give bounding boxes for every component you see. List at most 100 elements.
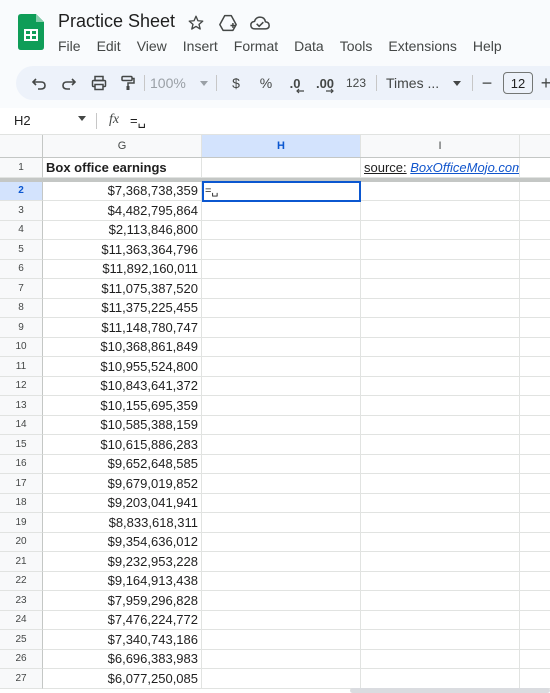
cell-g[interactable]: $9,652,648,585: [43, 454, 202, 474]
name-box[interactable]: H2: [14, 113, 31, 128]
source-link[interactable]: BoxOfficeMojo.com: [410, 160, 519, 175]
cell-g[interactable]: $10,615,886,283: [43, 435, 202, 455]
cell-h[interactable]: [202, 571, 361, 591]
row-header[interactable]: 1: [0, 158, 43, 178]
menu-data[interactable]: Data: [294, 38, 324, 54]
cell-i[interactable]: [361, 201, 520, 221]
cell-i[interactable]: [361, 532, 520, 552]
cell-h[interactable]: [202, 513, 361, 533]
cell-j[interactable]: [520, 611, 550, 630]
cell-h[interactable]: [202, 298, 361, 318]
move-to-drive-icon[interactable]: [218, 13, 238, 33]
cell-j[interactable]: [520, 650, 550, 669]
cell-h[interactable]: [202, 259, 361, 279]
cell-h[interactable]: [202, 532, 361, 552]
document-title[interactable]: Practice Sheet: [58, 11, 175, 32]
cell-g[interactable]: $9,232,953,228: [43, 552, 202, 572]
column-header-j[interactable]: [520, 135, 550, 157]
cell-i[interactable]: [361, 610, 520, 630]
cell-j[interactable]: [520, 513, 550, 533]
cell-j[interactable]: [520, 669, 550, 689]
menu-insert[interactable]: Insert: [183, 38, 218, 54]
cell-i[interactable]: [361, 493, 520, 513]
cell-i[interactable]: [361, 669, 520, 689]
cell-i[interactable]: [361, 649, 520, 669]
row-header[interactable]: 19: [0, 513, 43, 533]
menu-help[interactable]: Help: [473, 38, 502, 54]
cell-i[interactable]: [361, 415, 520, 435]
cell-j[interactable]: [520, 533, 550, 552]
decrease-decimal-button[interactable]: .0: [284, 66, 306, 100]
row-header[interactable]: 16: [0, 454, 43, 474]
cell-i[interactable]: [361, 474, 520, 494]
cell-h[interactable]: [202, 669, 361, 689]
menu-extensions[interactable]: Extensions: [388, 38, 456, 54]
cell-i[interactable]: [361, 396, 520, 416]
cell-j[interactable]: [520, 552, 550, 572]
cell-j[interactable]: [520, 357, 550, 377]
cell-g[interactable]: $10,155,695,359: [43, 396, 202, 416]
row-header[interactable]: 25: [0, 630, 43, 650]
cell-j[interactable]: [520, 201, 550, 221]
row-header[interactable]: 21: [0, 552, 43, 572]
menu-edit[interactable]: Edit: [97, 38, 121, 54]
cell-h[interactable]: [202, 591, 361, 611]
more-formats-button[interactable]: 123: [344, 66, 368, 100]
menu-format[interactable]: Format: [234, 38, 278, 54]
cell-g[interactable]: $11,375,225,455: [43, 298, 202, 318]
cell-g[interactable]: $6,696,383,983: [43, 649, 202, 669]
cell-h[interactable]: [202, 201, 361, 221]
cell-j[interactable]: [520, 279, 550, 299]
cell-h[interactable]: [202, 396, 361, 416]
cell-g[interactable]: $9,164,913,438: [43, 571, 202, 591]
cell-j[interactable]: [520, 318, 550, 338]
cell-j[interactable]: [520, 221, 550, 240]
cell-j[interactable]: [520, 299, 550, 318]
cell-h[interactable]: [202, 415, 361, 435]
cell-h[interactable]: [202, 337, 361, 357]
cell-i[interactable]: [361, 318, 520, 338]
cell-i[interactable]: [361, 513, 520, 533]
cell-h[interactable]: [202, 610, 361, 630]
row-header[interactable]: 7: [0, 279, 43, 299]
row-header[interactable]: 23: [0, 591, 43, 611]
increase-font-size-button[interactable]: +: [539, 66, 550, 100]
cell-h[interactable]: [202, 474, 361, 494]
menu-file[interactable]: File: [58, 38, 81, 54]
cell-j[interactable]: [520, 260, 550, 279]
increase-decimal-button[interactable]: .00: [312, 66, 338, 100]
cell-j[interactable]: [520, 158, 550, 178]
row-header[interactable]: 27: [0, 669, 43, 689]
decrease-font-size-button[interactable]: −: [478, 66, 496, 100]
menu-view[interactable]: View: [137, 38, 167, 54]
cell-g[interactable]: $10,955,524,800: [43, 357, 202, 377]
header-cell-box-office[interactable]: Box office earnings: [43, 158, 202, 178]
cell-h[interactable]: [202, 220, 361, 240]
cell-j[interactable]: [520, 494, 550, 513]
paint-format-icon[interactable]: [117, 66, 139, 100]
cell-h[interactable]: [202, 357, 361, 377]
cell-i[interactable]: [361, 181, 520, 201]
row-header[interactable]: 5: [0, 240, 43, 260]
cell-g[interactable]: $7,340,743,186: [43, 630, 202, 650]
cell-j[interactable]: [520, 455, 550, 474]
row-header[interactable]: 24: [0, 610, 43, 630]
row-header[interactable]: 14: [0, 415, 43, 435]
cell-j[interactable]: [520, 591, 550, 611]
cell-i[interactable]: [361, 435, 520, 455]
row-header[interactable]: 12: [0, 376, 43, 396]
cell-i[interactable]: [361, 357, 520, 377]
name-box-dropdown-icon[interactable]: [78, 116, 86, 121]
cell-g[interactable]: $10,368,861,849: [43, 337, 202, 357]
row-header[interactable]: 10: [0, 337, 43, 357]
cell-g[interactable]: $11,075,387,520: [43, 279, 202, 299]
cell-i[interactable]: [361, 279, 520, 299]
cell-j[interactable]: [520, 338, 550, 357]
cell-h[interactable]: [202, 630, 361, 650]
percent-format-button[interactable]: %: [256, 66, 276, 100]
cell-j[interactable]: [520, 377, 550, 396]
cell-h[interactable]: [202, 454, 361, 474]
row-header[interactable]: 8: [0, 298, 43, 318]
cell-g[interactable]: $9,679,019,852: [43, 474, 202, 494]
cell-j[interactable]: [520, 435, 550, 455]
